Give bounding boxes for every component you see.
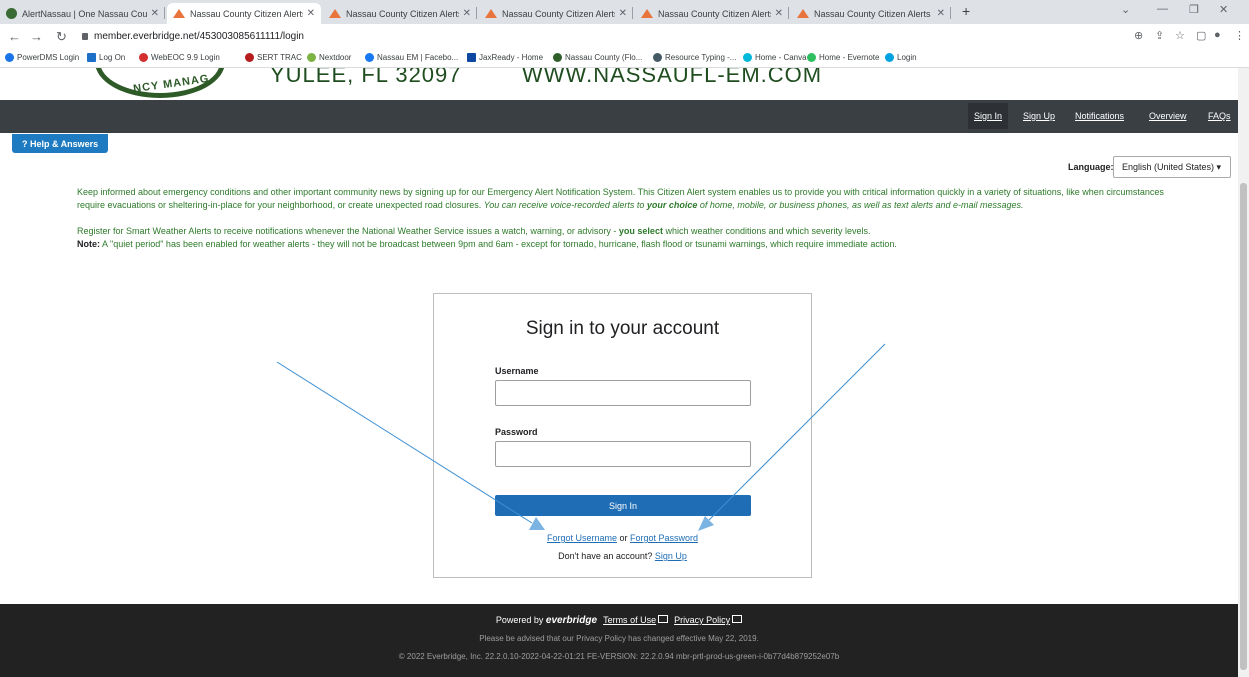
external-link-icon <box>732 615 743 623</box>
login-icon <box>87 53 96 62</box>
bookmark[interactable]: Nassau County (Flo... <box>553 53 642 62</box>
page-content: NCY MANAG YULEE, FL 32097 WWW.NASSAUFL-E… <box>0 68 1238 677</box>
scrollbar-thumb[interactable] <box>1240 183 1247 670</box>
close-tab-icon[interactable]: ✕ <box>307 8 315 19</box>
address-bar: ← → ↻ member.everbridge.net/453003085611… <box>0 24 1249 50</box>
bookmark[interactable]: Login <box>885 53 917 62</box>
power-icon <box>5 53 14 62</box>
annotation-arrow-left <box>276 361 533 524</box>
lock-icon <box>82 33 88 40</box>
everbridge-favicon-icon <box>329 9 341 18</box>
footer-links: Powered by everbridge Terms of Use Privacy… <box>0 615 1238 626</box>
reload-icon[interactable]: ↻ <box>56 29 67 45</box>
bookmark[interactable]: Log On <box>87 53 125 62</box>
alertnassau-favicon-icon <box>6 8 17 19</box>
annotation-arrows <box>276 343 886 531</box>
salesforce-cloud-icon <box>885 53 894 62</box>
bookmark[interactable]: WebEOC 9.9 Login <box>139 53 220 62</box>
jaxready-icon <box>467 53 476 62</box>
bookmark[interactable]: SERT TRAC <box>245 53 302 62</box>
minimize-icon[interactable]: — <box>1157 3 1168 15</box>
bookmark[interactable]: Nextdoor <box>307 53 351 62</box>
bookmark[interactable]: PowerDMS Login <box>5 53 79 62</box>
bookmark[interactable]: Resource Typing -... <box>653 53 736 62</box>
bookmarks-bar: PowerDMS Login Log On WebEOC 9.9 Login S… <box>0 50 1249 68</box>
sert-icon <box>245 53 254 62</box>
share-icon[interactable]: ⇪ <box>1155 29 1164 42</box>
bookmark[interactable]: Home - Canva <box>743 53 807 62</box>
facebook-icon <box>365 53 374 62</box>
zoom-icon[interactable]: ⊕ <box>1134 29 1143 42</box>
evernote-icon <box>807 53 816 62</box>
back-icon[interactable]: ← <box>8 29 21 44</box>
browser-tab[interactable]: Nassau County Citizen Alerts - Si ✕ <box>479 3 633 24</box>
tab-search-icon[interactable]: ⌄ <box>1121 3 1130 16</box>
url-field[interactable]: member.everbridge.net/453003085611111/lo… <box>82 31 304 42</box>
menu-icon[interactable]: ⋮ <box>1234 29 1245 42</box>
terms-of-use-link[interactable]: Terms of Use <box>603 615 656 625</box>
browser-tab-bar: AlertNassau | One Nassau Count ✕ Nassau … <box>0 0 1249 24</box>
bookmark[interactable]: Home - Evernote <box>807 53 879 62</box>
close-tab-icon[interactable]: ✕ <box>775 8 783 19</box>
canva-icon <box>743 53 752 62</box>
page-scrollbar[interactable] <box>1238 68 1249 677</box>
nextdoor-icon <box>307 53 316 62</box>
privacy-notice: Please be advised that our Privacy Polic… <box>479 634 759 643</box>
page-footer: Powered by everbridge Terms of Use Privacy… <box>0 604 1238 677</box>
restore-icon[interactable]: ❐ <box>1189 3 1199 16</box>
bookmark[interactable]: Nassau EM | Facebo... <box>365 53 458 62</box>
browser-tab-active[interactable]: Nassau County Citizen Alerts - Si ✕ <box>167 3 321 24</box>
everbridge-favicon-icon <box>173 9 185 18</box>
version-info: © 2022 Everbridge, Inc. 22.2.0.10-2022-0… <box>398 652 840 661</box>
browser-tab[interactable]: AlertNassau | One Nassau Count ✕ <box>0 3 165 24</box>
star-icon[interactable]: ☆ <box>1175 29 1185 42</box>
arrow-head-left-icon <box>529 517 545 530</box>
everbridge-favicon-icon <box>797 9 809 18</box>
close-tab-icon[interactable]: ✕ <box>463 8 471 19</box>
new-tab-button[interactable]: + <box>962 3 970 19</box>
everbridge-favicon-icon <box>485 9 497 18</box>
everbridge-logo: everbridge <box>545 615 598 626</box>
close-tab-icon[interactable]: ✕ <box>151 8 159 19</box>
browser-tab[interactable]: Nassau County Citizen Alerts - H ✕ <box>635 3 789 24</box>
external-link-icon <box>658 615 669 623</box>
close-tab-icon[interactable]: ✕ <box>619 8 627 19</box>
profile-avatar-icon[interactable]: ● <box>1214 29 1221 41</box>
nassau-county-icon <box>553 53 562 62</box>
arrow-head-right-icon <box>698 516 714 531</box>
privacy-policy-link[interactable]: Privacy Policy <box>674 615 730 625</box>
forward-icon[interactable]: → <box>30 29 43 44</box>
side-panel-icon[interactable]: ▢ <box>1196 29 1206 42</box>
close-window-icon[interactable]: ✕ <box>1219 3 1228 16</box>
close-tab-icon[interactable]: ✕ <box>937 8 945 19</box>
annotation-arrow-right <box>708 343 886 521</box>
browser-tab[interactable]: Nassau County Citizen Alerts - H ✕ <box>791 3 951 24</box>
webeoc-icon <box>139 53 148 62</box>
everbridge-favicon-icon <box>641 9 653 18</box>
bookmark[interactable]: JaxReady - Home <box>467 53 543 62</box>
browser-tab[interactable]: Nassau County Citizen Alerts - Fl ✕ <box>323 3 477 24</box>
resource-typing-icon <box>653 53 662 62</box>
